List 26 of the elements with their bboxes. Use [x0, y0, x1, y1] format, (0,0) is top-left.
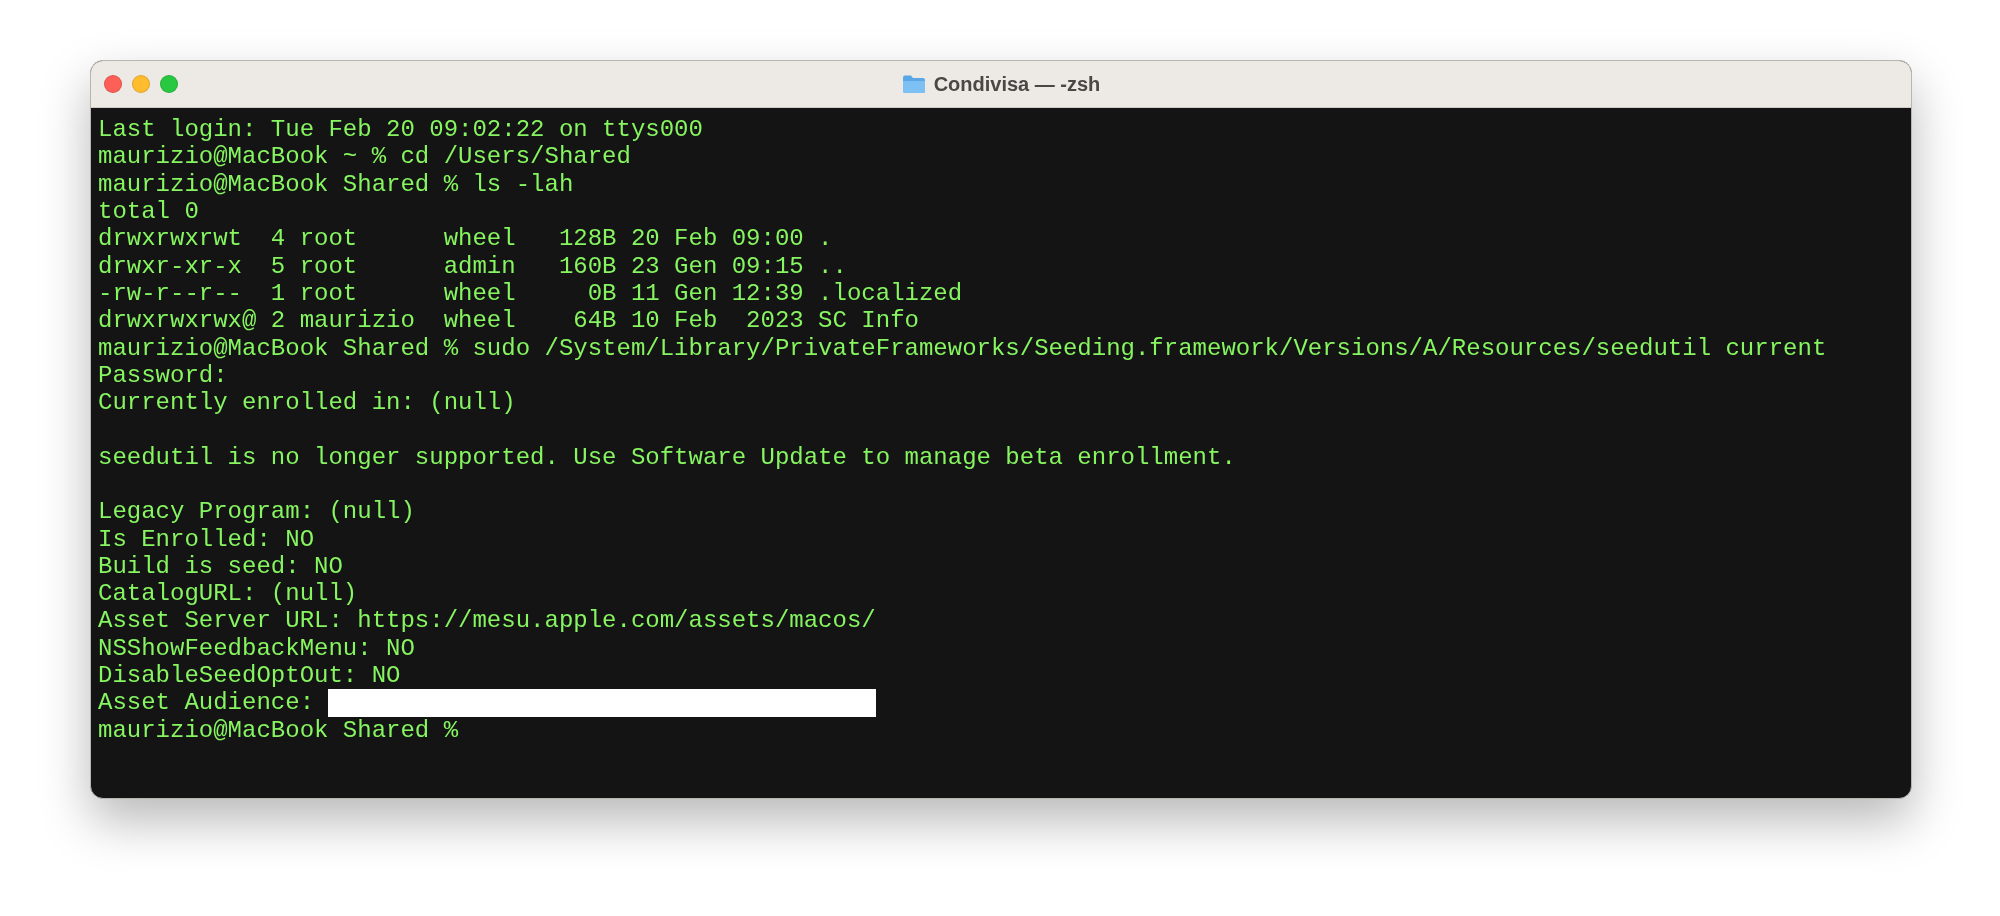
terminal-line: drwxrwxrwt 4 root wheel 128B 20 Feb 09:00 .: [98, 225, 833, 253]
terminal-line: seedutil is no longer supported. Use Software Update to manage beta enrollment.: [98, 443, 1236, 471]
terminal-line: DisableSeedOptOut: NO: [98, 662, 401, 690]
zoom-button[interactable]: [160, 75, 178, 93]
terminal-line: Asset Server URL: https://mesu.apple.com/assets/macos/: [98, 607, 876, 635]
terminal-line: Build is seed: NO: [98, 552, 343, 580]
minimize-button[interactable]: [132, 75, 150, 93]
terminal-line: NSShowFeedbackMenu: NO: [98, 634, 415, 662]
terminal-line: total 0: [98, 198, 199, 226]
close-button[interactable]: [104, 75, 122, 93]
terminal-line: Currently enrolled in: (null): [98, 389, 516, 417]
terminal-line: CatalogURL: (null): [98, 580, 358, 608]
terminal-line: Last login: Tue Feb 20 09:02:22 on ttys000: [98, 116, 703, 144]
terminal-line: Asset Audience:: [98, 689, 316, 717]
terminal-line: Password:: [98, 361, 228, 389]
terminal-line: Legacy Program: (null): [98, 498, 415, 526]
terminal-line: maurizio@MacBook Shared % sudo /System/Library/PrivateFrameworks/Seeding.framework/Versions/A/Resources/seedutil current: [98, 334, 1827, 362]
terminal-line: -rw-r--r-- 1 root wheel 0B 11 Gen 12:39 .localized: [98, 279, 963, 307]
window-title: Condivisa — -zsh: [933, 72, 1101, 96]
terminal-line: drwxrwxrwx@ 2 maurizio wheel 64B 10 Feb 2023 SC Info: [98, 307, 919, 335]
terminal-line: Is Enrolled: NO: [98, 525, 315, 553]
terminal-line: drwxr-xr-x 5 root admin 160B 23 Gen 09:15 ..: [98, 252, 847, 280]
terminal-line: maurizio@MacBook Shared % ls -lah: [98, 170, 574, 198]
terminal-line: maurizio@MacBook ~ % cd /Users/Shared: [98, 143, 631, 171]
terminal-line: maurizio@MacBook Shared %: [98, 716, 459, 744]
folder-icon: [901, 74, 926, 94]
